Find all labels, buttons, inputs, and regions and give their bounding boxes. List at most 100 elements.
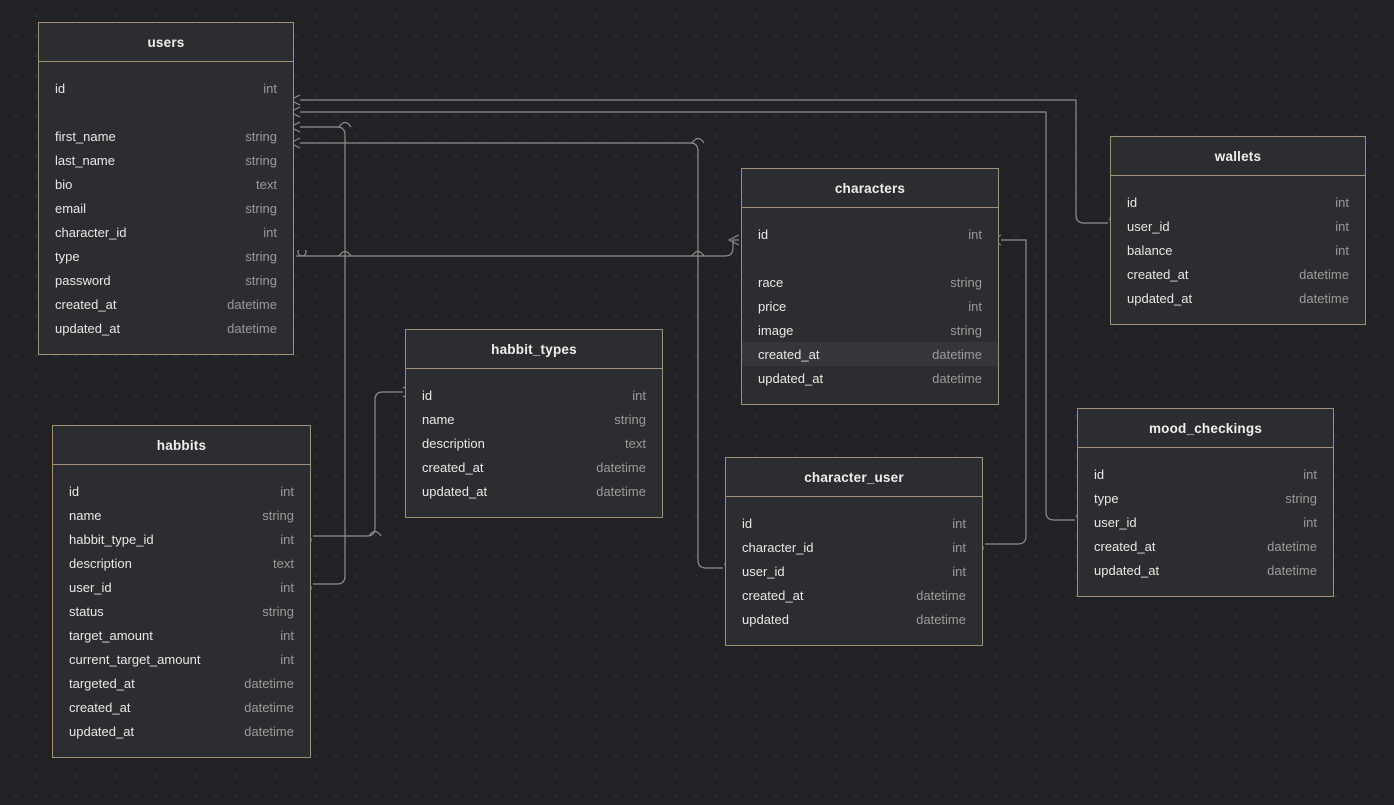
table-body-habbits: id int name string habbit_type_id int descript… xyxy=(53,465,310,757)
field-row[interactable]: user_id int xyxy=(1078,510,1333,534)
field-row[interactable]: created_at datetime xyxy=(742,342,998,366)
field-row[interactable]: user_id int xyxy=(1111,214,1365,238)
table-title: mood_checkings xyxy=(1148,420,1263,436)
edge-jump-4 xyxy=(691,250,705,257)
table-node-users[interactable]: users id int first_name string last_name strin… xyxy=(38,22,294,355)
field-type: datetime xyxy=(1267,562,1317,578)
field-type: datetime xyxy=(916,587,966,603)
field-name: id xyxy=(422,387,433,403)
field-type: string xyxy=(262,603,294,619)
field-name: email xyxy=(55,200,87,216)
table-header-habbit_types[interactable]: habbit_types xyxy=(406,330,662,369)
field-row[interactable]: updated_at datetime xyxy=(39,316,293,340)
field-row[interactable]: current_target_amount int xyxy=(53,647,310,671)
field-row[interactable]: race string xyxy=(742,270,998,294)
field-row[interactable]: type string xyxy=(1078,486,1333,510)
field-row[interactable]: description text xyxy=(406,431,662,455)
table-header-characters[interactable]: characters xyxy=(742,169,998,208)
table-header-mood_checkings[interactable]: mood_checkings xyxy=(1078,409,1333,448)
field-row[interactable]: id int xyxy=(1078,462,1333,486)
table-node-character_user[interactable]: character_user id int character_id int user_i… xyxy=(725,457,983,646)
table-header-wallets[interactable]: wallets xyxy=(1111,137,1365,176)
field-row[interactable]: character_id int xyxy=(39,220,293,244)
field-row[interactable]: status string xyxy=(53,599,310,623)
field-row[interactable]: updated_at datetime xyxy=(406,479,662,503)
field-type: string xyxy=(245,248,277,264)
field-type: text xyxy=(625,435,646,451)
field-type: int xyxy=(952,515,966,531)
field-row[interactable]: created_at datetime xyxy=(726,583,982,607)
edge-jump-3 xyxy=(338,250,352,257)
table-node-characters[interactable]: characters id int race string price int image st… xyxy=(741,168,999,405)
field-type: int xyxy=(952,539,966,555)
field-row[interactable]: updated_at datetime xyxy=(1111,286,1365,310)
table-header-character_user[interactable]: character_user xyxy=(726,458,982,497)
field-name: created_at xyxy=(1094,538,1156,554)
field-row[interactable]: id int xyxy=(1111,190,1365,214)
field-name: updated_at xyxy=(55,320,121,336)
field-row[interactable]: target_amount int xyxy=(53,623,310,647)
field-name: status xyxy=(69,603,104,619)
field-row[interactable]: image string xyxy=(742,318,998,342)
field-row[interactable]: created_at datetime xyxy=(1078,534,1333,558)
field-row[interactable]: name string xyxy=(406,407,662,431)
field-row[interactable]: created_at datetime xyxy=(39,292,293,316)
field-row[interactable]: bio text xyxy=(39,172,293,196)
table-header-users[interactable]: users xyxy=(39,23,293,62)
field-row[interactable]: description text xyxy=(53,551,310,575)
field-row[interactable]: balance int xyxy=(1111,238,1365,262)
table-node-mood_checkings[interactable]: mood_checkings id int type string user_id int c… xyxy=(1077,408,1334,597)
field-name: created_at xyxy=(1127,266,1189,282)
field-type: string xyxy=(245,128,277,144)
table-node-habbits[interactable]: habbits id int name string habbit_type_id int d… xyxy=(52,425,311,758)
field-type: string xyxy=(950,322,982,338)
field-row[interactable]: first_name string xyxy=(39,124,293,148)
field-row[interactable]: updated_at datetime xyxy=(742,366,998,390)
field-row[interactable]: id int xyxy=(742,222,998,246)
field-name: id xyxy=(69,483,80,499)
field-row[interactable]: targeted_at datetime xyxy=(53,671,310,695)
field-name: user_id xyxy=(1127,218,1170,234)
field-type: datetime xyxy=(1267,538,1317,554)
field-row[interactable]: created_at datetime xyxy=(1111,262,1365,286)
field-row[interactable]: id int xyxy=(53,479,310,503)
field-name: updated_at xyxy=(69,723,135,739)
field-row[interactable]: id int xyxy=(726,511,982,535)
field-row[interactable]: updated_at datetime xyxy=(53,719,310,743)
field-row[interactable]: updated datetime xyxy=(726,607,982,631)
field-row[interactable]: id int xyxy=(406,383,662,407)
field-type: text xyxy=(256,176,277,192)
table-title: habbit_types xyxy=(491,341,577,357)
field-type: int xyxy=(968,298,982,314)
table-body-mood_checkings: id int type string user_id int created_at datet… xyxy=(1078,448,1333,596)
field-name: password xyxy=(55,272,111,288)
table-header-habbits[interactable]: habbits xyxy=(53,426,310,465)
field-name: updated_at xyxy=(422,483,488,499)
field-name: id xyxy=(758,226,769,242)
field-row[interactable]: id int xyxy=(39,76,293,100)
field-row[interactable]: type string xyxy=(39,244,293,268)
field-row[interactable]: user_id int xyxy=(53,575,310,599)
field-row[interactable]: character_id int xyxy=(726,535,982,559)
field-row[interactable]: habbit_type_id int xyxy=(53,527,310,551)
field-type: int xyxy=(1335,218,1349,234)
edge-users-characters xyxy=(296,240,739,257)
field-row[interactable]: user_id int xyxy=(726,559,982,583)
field-type: string xyxy=(950,274,982,290)
table-node-wallets[interactable]: wallets id int user_id int balance int created_… xyxy=(1110,136,1366,325)
field-row[interactable]: price int xyxy=(742,294,998,318)
field-row[interactable]: updated_at datetime xyxy=(1078,558,1333,582)
field-name: created_at xyxy=(69,699,131,715)
field-row[interactable]: name string xyxy=(53,503,310,527)
field-row[interactable]: created_at datetime xyxy=(406,455,662,479)
field-name: targeted_at xyxy=(69,675,135,691)
table-node-habbit_types[interactable]: habbit_typesid int name string description te… xyxy=(405,329,663,518)
table-body-character_user: id int character_id int user_id int created_at… xyxy=(726,497,982,645)
field-name: first_name xyxy=(55,128,116,144)
field-row[interactable]: created_at datetime xyxy=(53,695,310,719)
field-name: updated_at xyxy=(1127,290,1193,306)
field-row[interactable]: email string xyxy=(39,196,293,220)
erd-canvas[interactable]: users id int first_name string last_name strin… xyxy=(0,0,1394,805)
field-row[interactable]: last_name string xyxy=(39,148,293,172)
field-row[interactable]: password string xyxy=(39,268,293,292)
